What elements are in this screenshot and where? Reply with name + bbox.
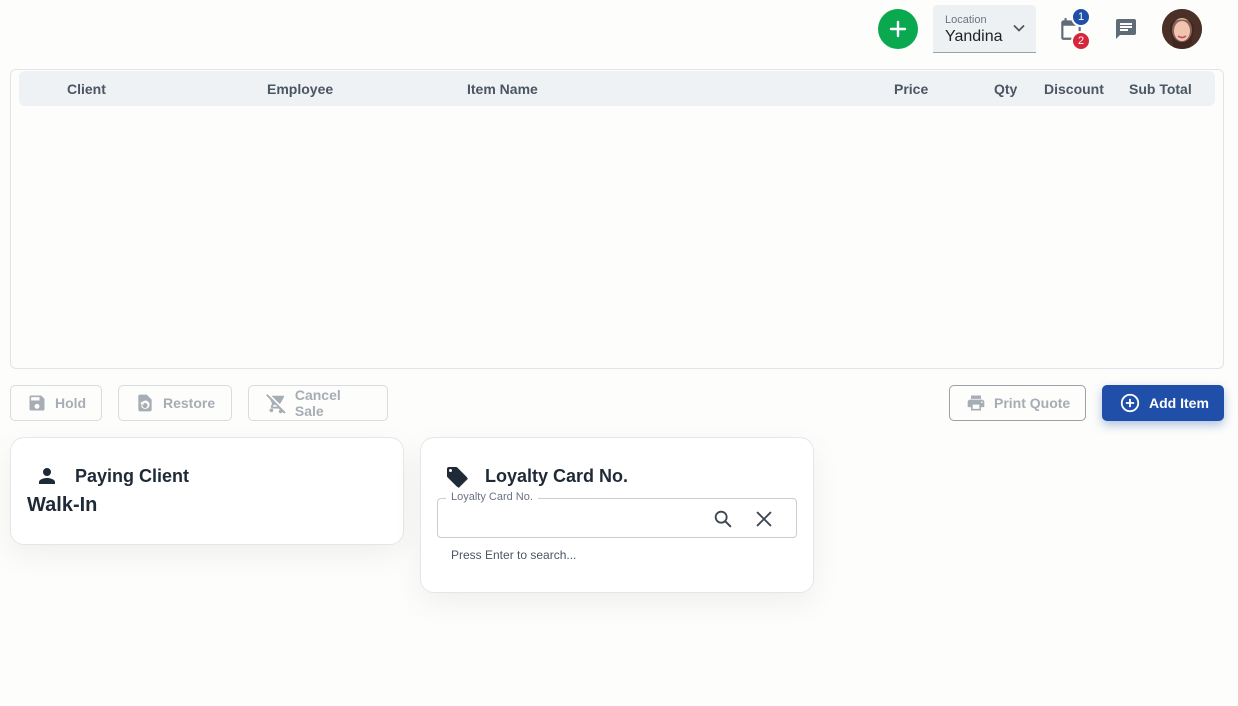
- cancel-sale-label: Cancel Sale: [294, 387, 341, 419]
- column-header-qty[interactable]: Qty: [994, 81, 1017, 97]
- calendar-badge-count: 1: [1071, 7, 1091, 27]
- loyalty-title: Loyalty Card No.: [485, 466, 629, 486]
- print-quote-button[interactable]: Print Quote: [949, 385, 1086, 421]
- hold-button[interactable]: Hold: [10, 385, 102, 421]
- avatar-image: [1162, 9, 1202, 49]
- print-icon: [967, 395, 985, 411]
- add-icon: [889, 20, 907, 38]
- loyalty-card-input[interactable]: [448, 507, 698, 529]
- add-item-button[interactable]: Add Item: [1102, 385, 1224, 421]
- close-icon[interactable]: [753, 508, 775, 530]
- calendar-badge-alert: 2: [1071, 31, 1091, 51]
- person-icon: [39, 468, 55, 484]
- cart-off-icon: [266, 394, 286, 414]
- column-header-item-name[interactable]: Item Name: [467, 81, 538, 97]
- paying-client-title: Paying Client: [75, 466, 190, 486]
- location-value: Yandina: [945, 28, 1003, 45]
- location-select[interactable]: Location Yandina: [933, 5, 1036, 53]
- column-header-client[interactable]: Client: [67, 81, 106, 97]
- tag-icon: [447, 467, 468, 488]
- add-item-label: Add Item: [1149, 395, 1209, 411]
- add-circle-icon: [1120, 393, 1140, 413]
- paying-client-card[interactable]: Paying Client Walk-In: [10, 437, 404, 545]
- restore-button[interactable]: Restore: [118, 385, 232, 421]
- search-icon[interactable]: [712, 508, 734, 530]
- save-icon: [29, 395, 45, 411]
- cancel-sale-button[interactable]: Cancel Sale: [248, 385, 388, 421]
- user-avatar[interactable]: [1162, 9, 1202, 49]
- loyalty-field-label: Loyalty Card No.: [446, 491, 538, 503]
- loyalty-card-panel: Loyalty Card No. Loyalty Card No. Press …: [420, 437, 814, 593]
- location-label: Location: [945, 14, 987, 26]
- chat-icon[interactable]: [1114, 17, 1138, 41]
- sale-items-table: Client Employee Item Name Price Qty Disc…: [10, 69, 1224, 369]
- table-header: Client Employee Item Name Price Qty Disc…: [19, 71, 1215, 106]
- column-header-employee[interactable]: Employee: [267, 81, 333, 97]
- loyalty-card-field: Loyalty Card No.: [437, 491, 797, 538]
- hold-label: Hold: [55, 395, 87, 411]
- add-button[interactable]: [878, 9, 918, 49]
- column-header-discount[interactable]: Discount: [1044, 81, 1104, 97]
- restore-label: Restore: [163, 395, 216, 411]
- column-header-price[interactable]: Price: [894, 81, 928, 97]
- restore-icon: [138, 394, 152, 412]
- loyalty-hint: Press Enter to search...: [451, 548, 577, 562]
- paying-client-value: Walk-In: [27, 494, 98, 516]
- print-quote-label: Print Quote: [994, 395, 1071, 411]
- chevron-down-icon: [1013, 24, 1025, 32]
- column-header-sub-total[interactable]: Sub Total: [1129, 81, 1192, 97]
